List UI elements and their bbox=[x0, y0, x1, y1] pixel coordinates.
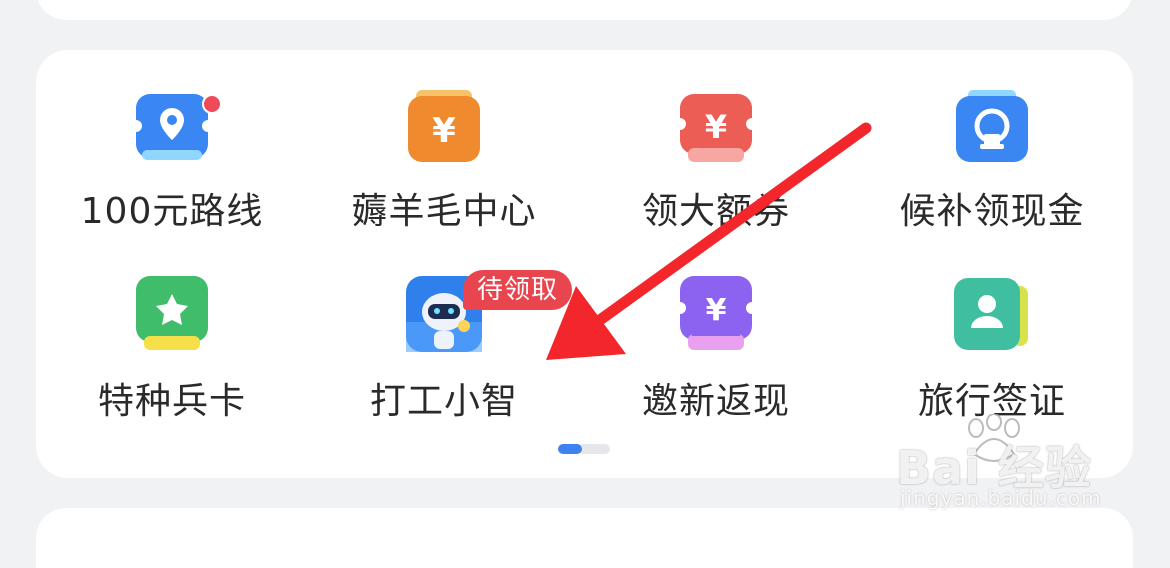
page-dot-inactive[interactable] bbox=[578, 444, 610, 454]
grid-item-label: 打工小智 bbox=[369, 381, 518, 422]
page-indicator bbox=[558, 444, 610, 454]
grid-item-label: 领大额券 bbox=[641, 191, 790, 232]
svg-text:¥: ¥ bbox=[705, 108, 727, 146]
grid-item-label: 100元路线 bbox=[80, 191, 264, 232]
grid-item-label: 邀新返现 bbox=[641, 381, 790, 422]
grid-item-label: 薅羊毛中心 bbox=[351, 191, 537, 232]
grid-item-big-coupon[interactable]: ¥ 领大额券 bbox=[580, 50, 852, 232]
grid-item-label: 候补领现金 bbox=[899, 191, 1085, 232]
grid-item-travel-visa[interactable]: 旅行签证 bbox=[856, 232, 1128, 422]
star-card-icon bbox=[136, 276, 208, 350]
grid-item-100-route[interactable]: 100元路线 bbox=[36, 50, 308, 232]
grid-item-work-xiaozhi[interactable]: 打工小智 bbox=[308, 232, 580, 422]
yuan-ticket-icon: ¥ bbox=[678, 276, 754, 350]
grid-item-invite-cashback[interactable]: ¥ 邀新返现 bbox=[580, 232, 852, 422]
yuan-ticket-icon: ¥ bbox=[678, 94, 754, 162]
grid-item-special-card[interactable]: 特种兵卡 bbox=[36, 232, 308, 422]
watermark-url: jingyan.baidu.com bbox=[900, 486, 1102, 510]
train-ticket-icon bbox=[956, 90, 1028, 162]
svg-text:¥: ¥ bbox=[706, 293, 727, 328]
yuan-coupon-icon: ¥ bbox=[408, 90, 480, 162]
top-card bbox=[36, 0, 1133, 20]
grid-item-waitlist-cash[interactable]: 候补领现金 bbox=[856, 50, 1128, 232]
grid-item-wool-center[interactable]: ¥ 薅羊毛中心 bbox=[308, 50, 580, 232]
baidu-watermark: Bai 经验 jingyan.baidu.com bbox=[896, 414, 1136, 530]
pending-claim-badge: 待领取 bbox=[463, 270, 573, 310]
page-dot-active[interactable] bbox=[558, 444, 582, 454]
svg-text:¥: ¥ bbox=[432, 111, 456, 151]
ticket-location-icon bbox=[134, 94, 210, 160]
grid-item-label: 特种兵卡 bbox=[97, 381, 246, 422]
visa-person-icon bbox=[954, 278, 1028, 350]
notification-dot bbox=[202, 94, 222, 114]
